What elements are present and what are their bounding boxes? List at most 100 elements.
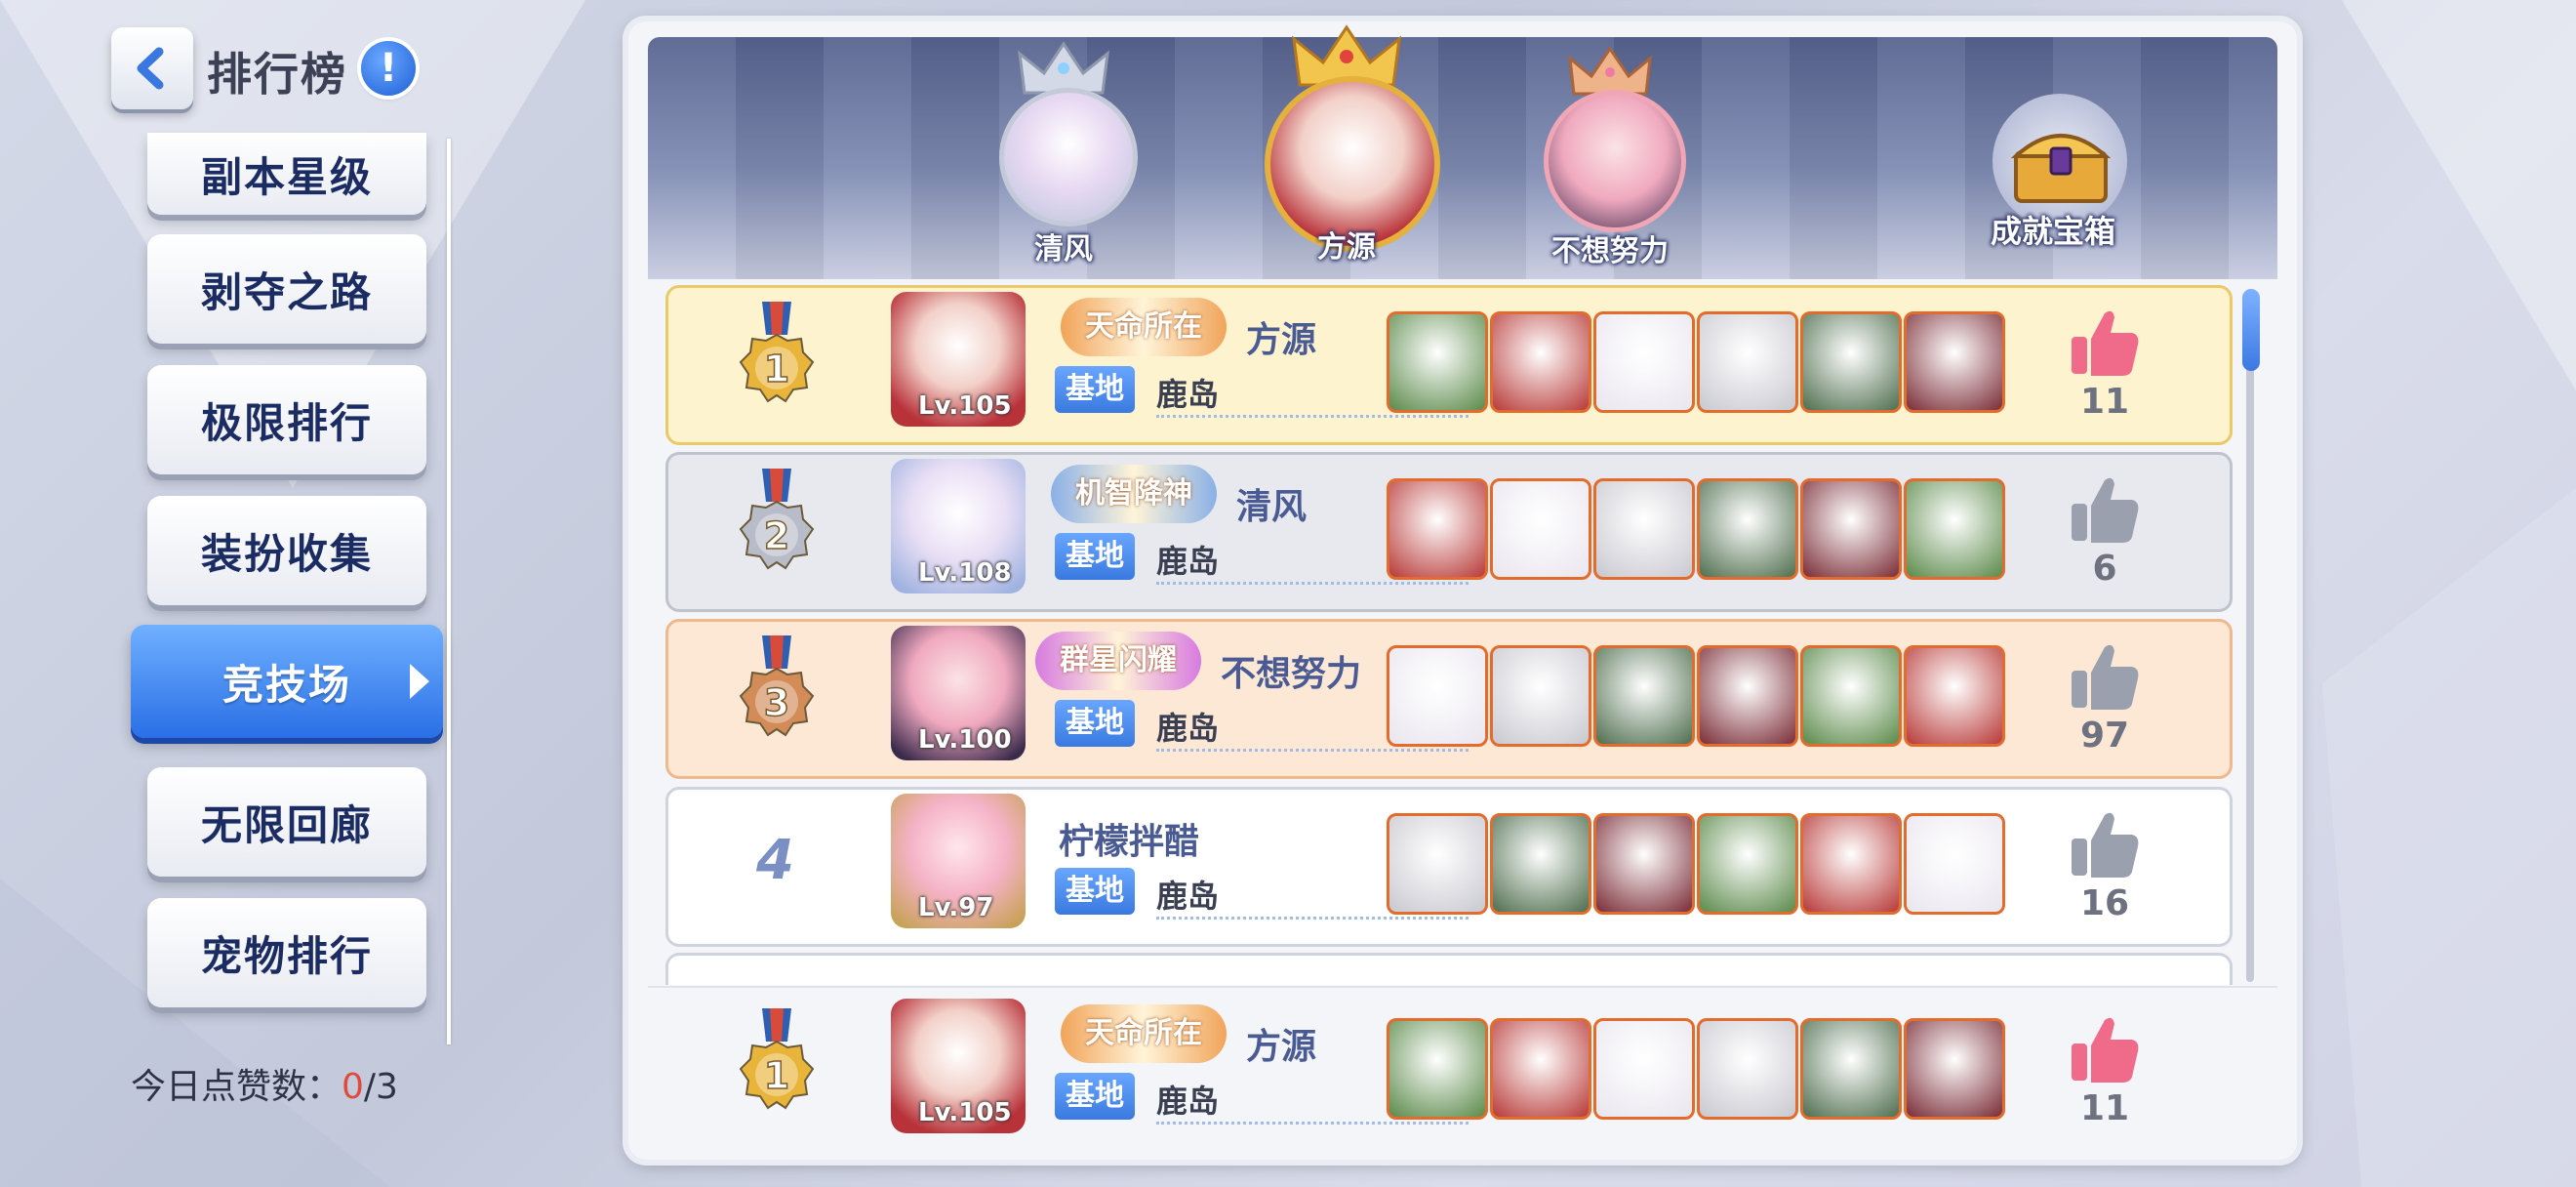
treasure-chest-icon: [2010, 134, 2112, 203]
podium-first[interactable]: 方源: [1239, 21, 1454, 266]
likes-today-counter: 今日点赞数：0/3: [131, 1067, 398, 1107]
team-member-portrait[interactable]: [1904, 311, 2005, 413]
player-level: Lv.100: [918, 725, 1012, 755]
podium-third-name: 不想努力: [1551, 234, 1669, 268]
podium-second[interactable]: 清风: [986, 39, 1142, 266]
player-title-badge: 机智降神: [1051, 465, 1217, 523]
menu-item-extreme-ranking[interactable]: 极限排行: [147, 365, 426, 474]
menu-item-pet-ranking[interactable]: 宠物排行: [147, 898, 426, 1007]
ranking-row[interactable]: 4 Lv.97 柠檬拌醋 基地 鹿岛 16: [665, 787, 2233, 947]
base-tag: 基地: [1055, 1073, 1135, 1120]
team-member-portrait[interactable]: [1490, 813, 1591, 915]
team-member-portrait[interactable]: [1387, 645, 1488, 747]
thumbs-up-icon: [2072, 477, 2139, 543]
team-member-portrait[interactable]: [1697, 645, 1798, 747]
medal-icon: 1: [739, 302, 815, 403]
podium-first-name: 方源: [1317, 230, 1376, 265]
ranking-row[interactable]: 1 Lv.105 天命所在 方源 基地 鹿岛 11: [665, 285, 2233, 445]
team-member-portrait[interactable]: [1490, 311, 1591, 413]
back-button[interactable]: [111, 27, 193, 109]
team-member-portrait[interactable]: [1387, 813, 1488, 915]
podium-third[interactable]: 不想努力: [1522, 45, 1698, 268]
thumbs-up-icon: [2072, 812, 2139, 878]
team-member-portrait[interactable]: [1490, 645, 1591, 747]
podium-third-avatar: [1544, 90, 1686, 232]
base-tag: 基地: [1055, 700, 1135, 747]
dotted-underline: [1156, 582, 1469, 585]
team-member-portrait[interactable]: [1593, 311, 1695, 413]
base-tag: 基地: [1055, 533, 1135, 580]
team-member-portrait[interactable]: [1593, 1018, 1695, 1120]
podium-second-name: 清风: [1034, 232, 1093, 266]
like-count: 11: [2079, 1088, 2130, 1128]
team-member-portrait[interactable]: [1490, 1018, 1591, 1120]
team-member-portrait[interactable]: [1904, 813, 2005, 915]
podium-second-avatar: [999, 88, 1138, 226]
team-member-portrait[interactable]: [1697, 478, 1798, 580]
team-member-portrait[interactable]: [1593, 645, 1695, 747]
medal-icon: 1: [739, 1008, 815, 1110]
medal-rank-number: 1: [764, 348, 789, 390]
team-member-portrait[interactable]: [1904, 1018, 2005, 1120]
chevron-left-icon: [137, 47, 164, 90]
team-member-portrait[interactable]: [1800, 645, 1902, 747]
medal-rank-number: 1: [764, 1054, 789, 1097]
player-name: 方源: [1246, 320, 1317, 360]
info-button[interactable]: !: [361, 41, 416, 96]
player-title-badge: 天命所在: [1061, 298, 1227, 356]
base-name: 鹿岛: [1156, 376, 1220, 413]
menu-item-deprivation-road[interactable]: 剥夺之路: [147, 234, 426, 344]
player-level: Lv.105: [918, 391, 1012, 421]
rank-number: 4: [756, 829, 794, 892]
team-member-portrait[interactable]: [1593, 813, 1695, 915]
team-member-portrait[interactable]: [1697, 813, 1798, 915]
team-member-portrait[interactable]: [1904, 645, 2005, 747]
base-tag: 基地: [1055, 868, 1135, 915]
my-ranking-row[interactable]: 1 Lv.105 天命所在 方源 基地 鹿岛 11: [665, 992, 2233, 1152]
list-scrollbar-track[interactable]: [2246, 289, 2254, 982]
team-member-portrait[interactable]: [1697, 1018, 1798, 1120]
player-name: 方源: [1246, 1027, 1317, 1067]
page-title: 排行榜: [207, 48, 347, 101]
player-title-badge: 群星闪耀: [1035, 632, 1201, 690]
next-row-peek: [665, 953, 2233, 985]
thumbs-up-icon: [2072, 644, 2139, 710]
exclamation-icon: !: [379, 46, 398, 91]
dotted-underline: [1156, 415, 1469, 418]
medal-rank-number: 3: [764, 681, 789, 724]
dotted-underline: [1156, 749, 1469, 752]
team-member-portrait[interactable]: [1904, 478, 2005, 580]
team-member-portrait[interactable]: [1387, 1018, 1488, 1120]
team-member-portrait[interactable]: [1387, 311, 1488, 413]
team-member-portrait[interactable]: [1800, 478, 1902, 580]
medal-icon: 2: [739, 469, 815, 570]
team-member-portrait[interactable]: [1697, 311, 1798, 413]
player-name: 不想努力: [1221, 654, 1362, 694]
player-name: 清风: [1236, 487, 1308, 527]
team-member-portrait[interactable]: [1800, 813, 1902, 915]
team-member-portrait[interactable]: [1800, 1018, 1902, 1120]
medal-rank-number: 2: [764, 514, 789, 557]
menu-scrollbar[interactable]: [447, 139, 451, 1044]
dotted-underline: [1156, 917, 1469, 920]
player-level: Lv.108: [918, 558, 1012, 588]
ranking-row[interactable]: 2 Lv.108 机智降神 清风 基地 鹿岛 6: [665, 452, 2233, 612]
team-member-portrait[interactable]: [1387, 478, 1488, 580]
list-scrollbar-thumb[interactable]: [2242, 289, 2260, 371]
player-level: Lv.105: [918, 1098, 1012, 1127]
player-title-badge: 天命所在: [1061, 1004, 1227, 1063]
team-member-portrait[interactable]: [1800, 311, 1902, 413]
team-member-portrait[interactable]: [1593, 478, 1695, 580]
dotted-underline: [1156, 1122, 1469, 1125]
thumbs-up-icon: [2072, 1017, 2139, 1083]
ranking-row[interactable]: 3 Lv.100 群星闪耀 不想努力 基地 鹿岛 97: [665, 619, 2233, 779]
arrow-right-icon: [410, 664, 429, 699]
menu-item-arena[interactable]: 竞技场: [131, 625, 443, 738]
team-member-portrait[interactable]: [1490, 478, 1591, 580]
list-divider: [648, 986, 2277, 988]
player-level: Lv.97: [918, 893, 994, 922]
menu-item-outfit-collection[interactable]: 装扮收集: [147, 496, 426, 605]
like-count: 6: [2092, 549, 2117, 589]
menu-item-infinite-corridor[interactable]: 无限回廊: [147, 767, 426, 877]
menu-item-dungeon-stars[interactable]: 副本星级: [147, 133, 426, 215]
